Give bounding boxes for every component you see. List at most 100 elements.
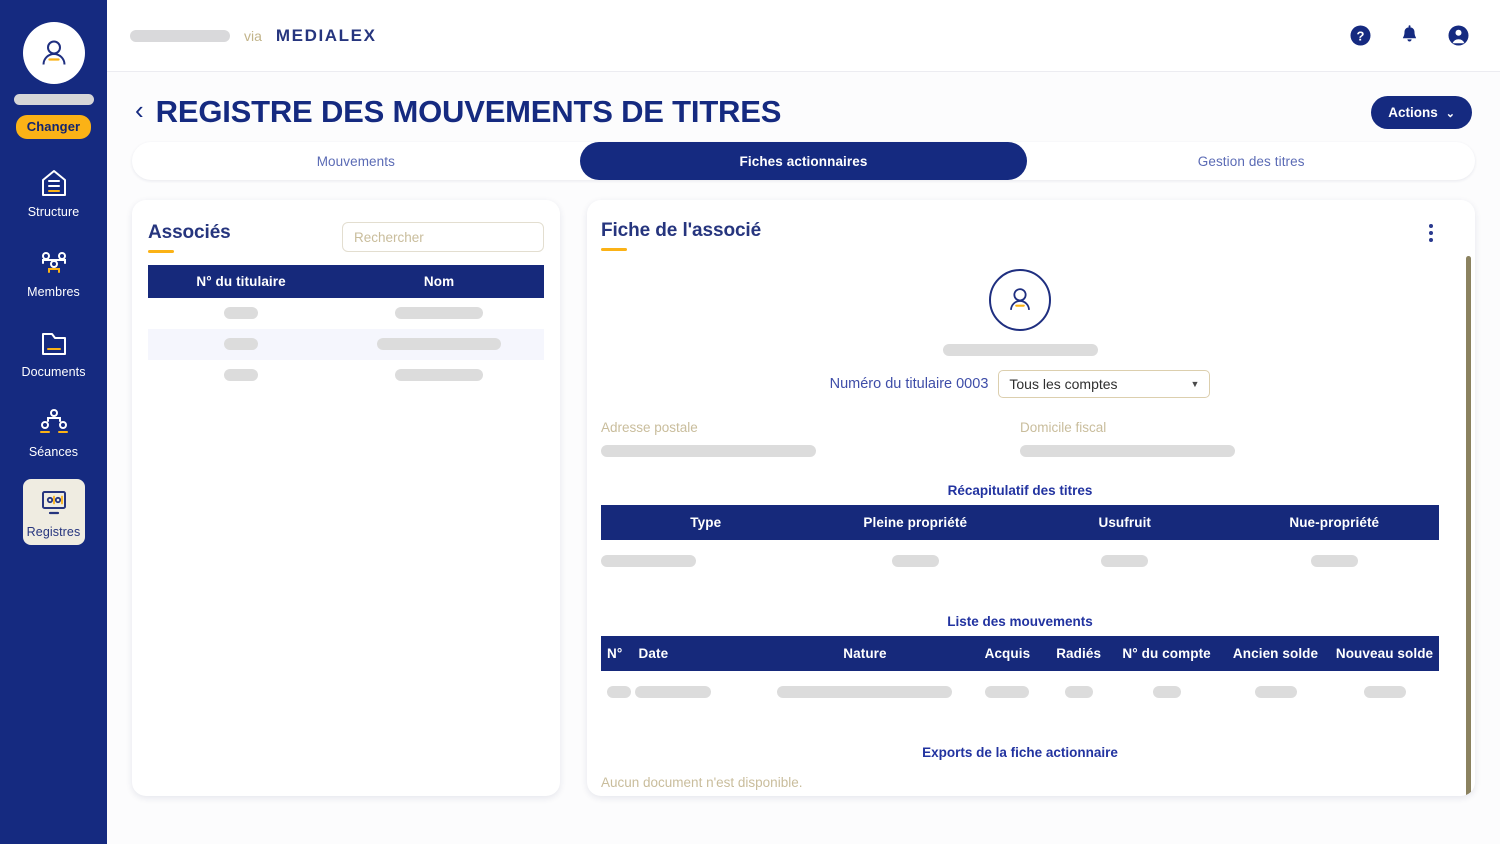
column-header-numero: N° <box>607 646 623 661</box>
sidebar-item-label: Structure <box>27 205 80 219</box>
svg-text:?: ? <box>1357 29 1365 44</box>
cell-placeholder <box>891 554 939 567</box>
vertical-scrollbar[interactable] <box>1466 256 1471 796</box>
cell-placeholder <box>377 338 502 351</box>
change-org-button[interactable]: Changer <box>15 115 92 139</box>
cell-placeholder <box>1064 685 1093 698</box>
tab-mouvements[interactable]: Mouvements <box>132 142 580 180</box>
cell-placeholder <box>1310 554 1358 567</box>
tab-gestion-des-titres[interactable]: Gestion des titres <box>1027 142 1475 180</box>
main-area: via MEDIALEX ? ‹ REGISTRE DES MOUVEMENTS… <box>107 0 1500 844</box>
notification-bell-icon[interactable] <box>1398 24 1421 47</box>
actions-button[interactable]: Actions ⌄ <box>1371 95 1472 129</box>
sidebar-item-label: Membres <box>27 285 80 299</box>
fiche-panel-header: Fiche de l'associé <box>601 220 1439 251</box>
top-bar: via MEDIALEX ? <box>107 0 1500 72</box>
cell-placeholder <box>1363 685 1406 698</box>
table-row[interactable] <box>601 671 1439 701</box>
fiche-name-placeholder <box>942 344 1098 356</box>
domicile-fiscal-placeholder <box>1020 445 1235 457</box>
column-header-titulaire: N° du titulaire <box>196 274 286 289</box>
column-header-num-compte: N° du compte <box>1122 646 1211 661</box>
mouvements-title: Liste des mouvements <box>947 614 1093 629</box>
address-section: Adresse postale Domicile fiscal <box>601 420 1439 457</box>
column-header-date: Date <box>638 646 669 661</box>
cell-placeholder <box>634 685 711 698</box>
table-header-row: N° Date Nature Acquis Radiés N° du compt… <box>601 636 1439 671</box>
column-header-usufruit: Usufruit <box>1098 515 1152 530</box>
titulaire-number-label: Numéro du titulaire 0003 <box>829 376 989 392</box>
tab-fiches-actionnaires[interactable]: Fiches actionnaires <box>579 142 1028 180</box>
table-header-row: Type Pleine propriété Usufruit Nue-propr… <box>601 505 1439 540</box>
cell-placeholder <box>224 369 259 382</box>
tab-bar: Mouvements Fiches actionnaires Gestion d… <box>132 142 1475 180</box>
cell-placeholder <box>607 685 631 698</box>
recap-title: Récapitulatif des titres <box>947 483 1093 498</box>
cell-placeholder <box>601 554 696 567</box>
registers-icon <box>35 486 73 520</box>
sidebar-item-registres[interactable]: Registres <box>22 479 85 545</box>
sidebar-item-structure[interactable]: Structure <box>23 159 85 225</box>
exports-empty-message: Aucun document n'est disponible. <box>601 775 803 790</box>
column-header-acquis: Acquis <box>984 646 1031 661</box>
adresse-postale-label: Adresse postale <box>601 420 698 435</box>
sidebar-item-seances[interactable]: Séances <box>23 399 85 465</box>
column-header-nature: Nature <box>843 646 887 661</box>
person-avatar-icon <box>1010 288 1030 311</box>
cell-placeholder <box>224 338 259 351</box>
cell-placeholder <box>1101 554 1149 567</box>
fiche-scroll-container: Fiche de l'associé Numéro du titulaire 0… <box>601 220 1455 796</box>
person-avatar-icon <box>42 40 65 65</box>
table-header-row: N° du titulaire Nom <box>148 265 544 298</box>
sidebar-item-label: Documents <box>21 365 86 379</box>
members-icon <box>35 246 73 280</box>
via-label: via <box>244 27 262 44</box>
table-row[interactable] <box>601 540 1439 570</box>
column-header-pleine-propriete: Pleine propriété <box>863 515 968 530</box>
column-header-ancien-solde: Ancien solde <box>1232 646 1319 661</box>
associes-panel: Associés N° du titulaire Nom <box>132 200 560 796</box>
kebab-menu-icon[interactable] <box>1423 220 1439 246</box>
chevron-down-icon: ▼ <box>1190 379 1200 389</box>
sidebar-item-membres[interactable]: Membres <box>23 239 85 305</box>
fiche-avatar <box>989 269 1051 331</box>
page-header: ‹ REGISTRE DES MOUVEMENTS DE TITRES Acti… <box>107 72 1500 136</box>
back-button[interactable]: ‹ <box>135 97 144 123</box>
cell-placeholder <box>395 369 484 382</box>
cell-placeholder <box>224 307 259 320</box>
sidebar-item-label: Séances <box>28 445 79 459</box>
fiche-panel-title: Fiche de l'associé <box>601 220 761 251</box>
avatar[interactable] <box>22 22 85 84</box>
cell-placeholder <box>1254 685 1297 698</box>
user-account-icon[interactable] <box>1447 24 1470 47</box>
domicile-fiscal-label: Domicile fiscal <box>1020 420 1107 435</box>
table-row[interactable] <box>148 329 544 360</box>
account-select[interactable]: Tous les comptes ▼ <box>998 370 1211 398</box>
documents-icon <box>35 326 73 360</box>
search-input[interactable] <box>342 222 544 252</box>
brand-name: MEDIALEX <box>275 25 377 45</box>
topbar-actions: ? <box>1349 24 1470 47</box>
cell-placeholder <box>985 685 1030 698</box>
titulaire-number-row: Numéro du titulaire 0003 Tous les compte… <box>601 370 1439 398</box>
breadcrumb: via MEDIALEX <box>130 26 377 46</box>
fiche-associe-panel: Fiche de l'associé Numéro du titulaire 0… <box>587 200 1475 796</box>
column-header-nue-propriete: Nue-propriété <box>1289 515 1380 530</box>
sidebar-item-label: Registres <box>26 525 81 539</box>
chevron-down-icon: ⌄ <box>1445 107 1455 120</box>
page-title: REGISTRE DES MOUVEMENTS DE TITRES <box>155 94 782 129</box>
sidebar-item-documents[interactable]: Documents <box>21 319 86 385</box>
account-select-value: Tous les comptes <box>1009 376 1118 392</box>
help-icon[interactable]: ? <box>1349 24 1372 47</box>
cell-placeholder <box>777 685 953 698</box>
tenant-name-placeholder <box>130 29 230 42</box>
cell-placeholder <box>395 307 484 320</box>
sessions-icon <box>35 406 73 440</box>
table-row[interactable] <box>148 298 544 329</box>
domicile-fiscal-block: Domicile fiscal <box>1020 420 1439 457</box>
mouvements-table: N° Date Nature Acquis Radiés N° du compt… <box>601 636 1439 701</box>
table-row[interactable] <box>148 360 544 391</box>
exports-title: Exports de la fiche actionnaire <box>922 745 1118 760</box>
adresse-postale-placeholder <box>601 445 816 457</box>
column-header-nom: Nom <box>423 274 455 289</box>
